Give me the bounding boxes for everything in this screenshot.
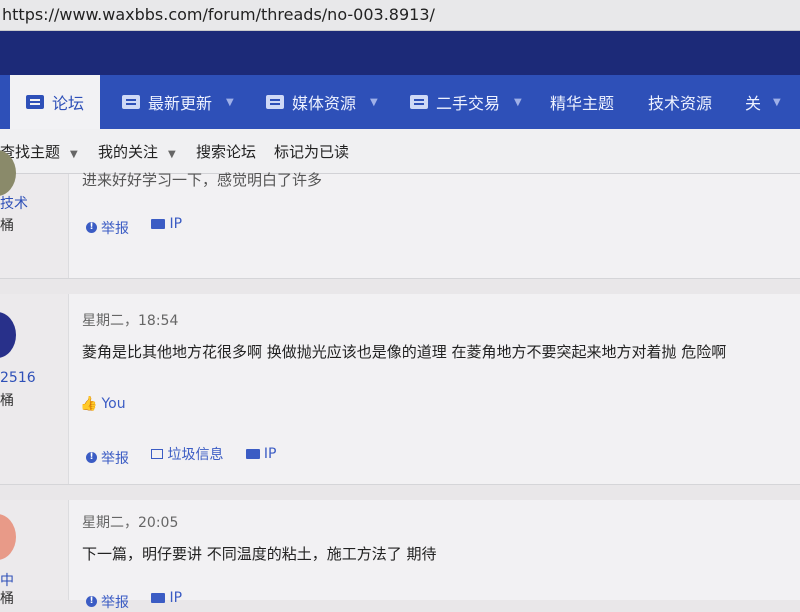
- ip-link[interactable]: IP: [151, 216, 182, 232]
- user-title: 桶: [0, 218, 14, 234]
- user-panel: 2516 桶: [0, 294, 69, 484]
- chevron-down-icon[interactable]: ▼: [226, 97, 234, 108]
- main-nav: 论坛 最新更新 ▼ 媒体资源 ▼ 二手交易 ▼ 精华主题 技术资源 关 ▼: [0, 75, 800, 129]
- post-actions: ! 举报 IP: [86, 216, 200, 238]
- post-text: 菱角是比其他地方花很多啊 换做抛光应该也是像的道理 在菱角地方不要突起来地方对着…: [82, 343, 727, 361]
- nav-tech[interactable]: 技术资源: [648, 75, 712, 129]
- avatar[interactable]: [0, 312, 16, 358]
- id-card-icon: [151, 593, 166, 603]
- url-text[interactable]: https://www.waxbbs.com/forum/threads/no-…: [2, 5, 435, 24]
- subnav-search[interactable]: 搜索论坛: [196, 141, 256, 162]
- tag-icon: [410, 95, 428, 109]
- avatar[interactable]: [0, 514, 16, 560]
- post-actions: ! 举报 IP: [86, 590, 200, 612]
- post-time[interactable]: 星期二，20:05: [82, 512, 178, 532]
- chevron-down-icon[interactable]: ▼: [514, 97, 522, 108]
- nav-latest[interactable]: 最新更新 ▼: [122, 75, 234, 129]
- chevron-down-icon[interactable]: ▼: [773, 97, 781, 108]
- post-text: 进来好好学习一下，感觉明白了许多: [82, 171, 323, 189]
- report-link[interactable]: ! 举报: [86, 592, 129, 612]
- sub-nav: 查找主题 ▼ 我的关注 ▼ 搜索论坛 标记为已读: [0, 129, 800, 174]
- user-title: 桶: [0, 591, 14, 607]
- address-bar[interactable]: https://www.waxbbs.com/forum/threads/no-…: [0, 0, 800, 31]
- subnav-watched[interactable]: 我的关注 ▼: [98, 141, 176, 162]
- chat-icon: [26, 95, 44, 109]
- user-panel: 中 桶: [0, 500, 69, 607]
- spam-icon: [151, 449, 164, 459]
- alert-icon: !: [86, 452, 97, 463]
- nav-media[interactable]: 媒体资源 ▼: [266, 75, 378, 129]
- chevron-down-icon: ▼: [70, 149, 78, 160]
- ip-link[interactable]: IP: [245, 446, 276, 462]
- nav-trade[interactable]: 二手交易 ▼: [410, 75, 522, 129]
- post-time[interactable]: 星期二，18:54: [82, 310, 178, 330]
- alert-icon: [122, 95, 140, 109]
- username[interactable]: 2516: [0, 370, 36, 386]
- user-title: 桶: [0, 393, 14, 409]
- like-summary[interactable]: 👍 You: [80, 396, 126, 412]
- spam-link[interactable]: 垃圾信息: [151, 444, 223, 464]
- username[interactable]: 技术: [0, 193, 28, 213]
- post-actions: ! 举报 垃圾信息 IP: [86, 444, 294, 468]
- nav-featured[interactable]: 精华主题: [550, 75, 614, 129]
- id-card-icon: [245, 449, 260, 459]
- report-link[interactable]: ! 举报: [86, 448, 129, 468]
- chevron-down-icon[interactable]: ▼: [370, 97, 378, 108]
- site-banner: [0, 31, 800, 75]
- post-2: 2516 桶 星期二，18:54 菱角是比其他地方花很多啊 换做抛光应该也是像的…: [0, 294, 800, 485]
- nav-more[interactable]: 关 ▼: [745, 75, 781, 129]
- id-card-icon: [151, 219, 166, 229]
- subnav-mark-read[interactable]: 标记为已读: [274, 141, 349, 162]
- post-text: 下一篇，明仔要讲 不同温度的粘土，施工方法了 期待: [82, 545, 437, 563]
- image-icon: [266, 95, 284, 109]
- nav-forum[interactable]: 论坛: [10, 75, 100, 129]
- post-1: 技术 桶 进来好好学习一下，感觉明白了许多 ! 举报 IP: [0, 150, 800, 279]
- chevron-down-icon: ▼: [168, 149, 176, 160]
- user-panel: 技术 桶: [0, 150, 69, 278]
- alert-icon: !: [86, 222, 97, 233]
- ip-link[interactable]: IP: [151, 590, 182, 606]
- thumbs-up-icon: 👍: [80, 396, 98, 412]
- username[interactable]: 中: [0, 570, 14, 590]
- alert-icon: !: [86, 596, 97, 607]
- report-link[interactable]: ! 举报: [86, 218, 129, 238]
- post-3: 中 桶 星期二，20:05 下一篇，明仔要讲 不同温度的粘土，施工方法了 期待 …: [0, 500, 800, 611]
